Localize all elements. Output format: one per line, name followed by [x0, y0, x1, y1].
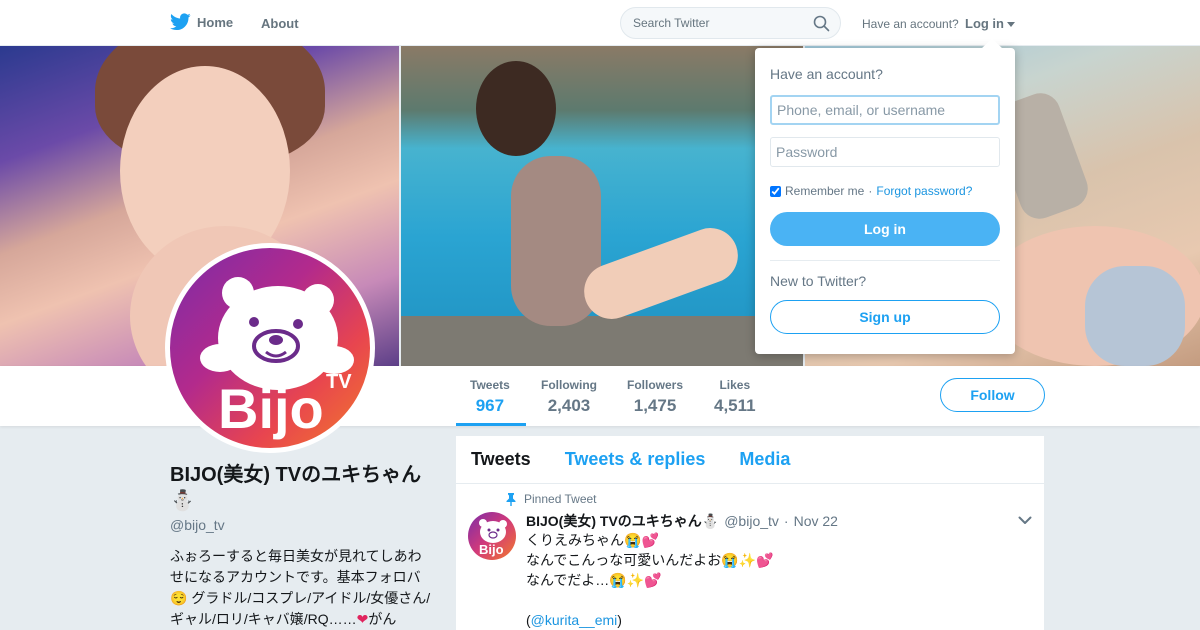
- stat-likes-value: 4,511: [714, 396, 756, 415]
- top-nav: Home About Have an account? Log in: [0, 0, 1200, 46]
- tweet-avatar-text: Bijo: [479, 542, 504, 557]
- search-icon[interactable]: [813, 15, 830, 32]
- two-hearts-icon: 💕: [641, 532, 659, 548]
- password-input[interactable]: [770, 137, 1000, 167]
- sparkles-icon: ✨: [626, 572, 645, 588]
- tweet-line-1: くりえみちゃん😭💕: [526, 530, 1006, 550]
- tweet-date[interactable]: Nov 22: [794, 513, 838, 529]
- loudly-crying-face-icon: 😭: [721, 552, 739, 568]
- stat-following-label: Following: [541, 378, 597, 392]
- stat-tweets[interactable]: Tweets 967: [470, 378, 510, 416]
- tweet-line-3: なんでだよ…😭✨💕: [526, 570, 1006, 590]
- login-dropdown: Have an account? Remember me · Forgot pa…: [755, 38, 1015, 354]
- profile-bio: ふぉろーすると毎日美女が見れてしあわせになるアカウントです。基本フォロバ😌 グラ…: [170, 546, 432, 630]
- stat-tweets-label: Tweets: [470, 378, 510, 392]
- banner-photo-2: [401, 46, 803, 366]
- banner-photo-2-legs: [576, 220, 746, 327]
- tweet-meta-separator: ·: [783, 513, 789, 529]
- dropdown-divider: [770, 260, 1000, 261]
- two-hearts-icon: 💕: [756, 552, 774, 568]
- signup-button[interactable]: Sign up: [770, 300, 1000, 334]
- profile-handle[interactable]: @bijo_tv: [170, 517, 432, 533]
- tweet-avatar-logo: Bijo: [479, 519, 507, 557]
- tweet-author-handle[interactable]: @bijo_tv: [724, 513, 779, 529]
- remember-me-checkbox[interactable]: [770, 185, 781, 197]
- login-dropdown-toggle[interactable]: Log in: [965, 16, 1015, 31]
- loudly-crying-face-icon: 😭: [624, 532, 642, 548]
- forgot-password-link[interactable]: Forgot password?: [876, 184, 972, 198]
- stat-likes-label: Likes: [719, 378, 751, 392]
- remember-me[interactable]: Remember me · Forgot password?: [770, 184, 972, 198]
- profile-name-text: BIJO(美女) TVのユキちゃん: [170, 464, 422, 486]
- relieved-face-icon: 😌: [170, 590, 188, 606]
- tweet-line-3-text: なんでだよ…: [526, 572, 610, 588]
- tweet-line-1-text: くりえみちゃん: [526, 532, 624, 548]
- two-hearts-icon: 💕: [644, 572, 662, 588]
- tweet-author-name-text: BIJO(美女) TVのユキちゃん: [526, 513, 702, 529]
- avatar-tv-text: TV: [326, 371, 352, 393]
- pin-icon: [506, 492, 516, 506]
- banner-photo-2-pool-edge: [401, 316, 803, 366]
- new-to-twitter-text: New to Twitter?: [770, 273, 867, 289]
- tweet-author-name[interactable]: BIJO(美女) TVのユキちゃん⛄: [526, 511, 719, 531]
- tweet-line-2: なんでこんっな可愛いんだよお😭✨💕: [526, 550, 1006, 570]
- banner-photo-2-head: [476, 61, 556, 156]
- search-input[interactable]: [621, 8, 801, 38]
- caret-down-icon: [1007, 22, 1015, 27]
- heart-icon: ❤: [356, 611, 369, 627]
- stat-following[interactable]: Following 2,403: [541, 378, 597, 416]
- loudly-crying-face-icon: 😭: [609, 572, 627, 588]
- stat-following-value: 2,403: [547, 396, 591, 415]
- twitter-bird-icon: [170, 13, 191, 31]
- pinned-tweet[interactable]: Pinned Tweet Bijo BIJO(美女) TVのユキちゃん⛄ @bi…: [456, 436, 1044, 628]
- sparkles-icon: ✨: [738, 552, 757, 568]
- profile-bio-part-3: がん: [368, 611, 397, 627]
- have-account-text: Have an account?: [862, 17, 959, 31]
- stat-likes[interactable]: Likes 4,511: [714, 378, 756, 416]
- banner-photo-3-swimsuit: [1085, 266, 1185, 366]
- username-input[interactable]: [770, 95, 1000, 125]
- stat-followers-value: 1,475: [633, 396, 677, 415]
- profile-card: BIJO(美女) TVのユキちゃん ⛄ @bijo_tv ふぉろーすると毎日美女が…: [170, 462, 432, 630]
- snowman-icon: ⛄: [170, 490, 195, 512]
- tweet-avatar[interactable]: Bijo: [468, 512, 516, 560]
- nav-about-link[interactable]: About: [261, 16, 299, 31]
- pinned-label: Pinned Tweet: [506, 492, 597, 506]
- nav-home-link[interactable]: Home: [170, 13, 233, 31]
- active-tab-underline: [456, 423, 526, 426]
- tweet-header: BIJO(美女) TVのユキちゃん⛄ @bijo_tv · Nov 22: [526, 511, 838, 531]
- tweet-text: くりえみちゃん😭💕 なんでこんっな可愛いんだよお😭✨💕 なんでだよ…😭✨💕 (@…: [526, 530, 1006, 630]
- remember-separator: ·: [868, 184, 873, 198]
- follow-button[interactable]: Follow: [940, 378, 1045, 412]
- login-button[interactable]: Log in: [770, 212, 1000, 246]
- pinned-label-text: Pinned Tweet: [524, 492, 597, 506]
- chevron-down-icon[interactable]: [1018, 516, 1032, 525]
- tweet-line-4: (@kurita__emi): [526, 610, 1006, 630]
- stat-followers-label: Followers: [627, 378, 684, 392]
- avatar-bijo-text: Bijo: [218, 377, 324, 440]
- profile-avatar[interactable]: Bijo TV: [165, 243, 375, 453]
- profile-name[interactable]: BIJO(美女) TVのユキちゃん ⛄: [170, 462, 432, 514]
- profile-bio-part-1: ふぉろーすると毎日美女が見れてしあわせになるアカウントです。基本フォロバ: [170, 548, 422, 585]
- mention-close-paren: ): [617, 612, 622, 628]
- mention-link[interactable]: @kurita__emi: [531, 612, 618, 628]
- snowman-icon: ⛄: [701, 513, 720, 529]
- search-box: [620, 7, 841, 39]
- login-toggle-label: Log in: [965, 16, 1004, 31]
- remember-me-label: Remember me: [785, 184, 865, 198]
- login-heading: Have an account?: [770, 66, 883, 82]
- nav-home-label: Home: [197, 14, 234, 30]
- tweet-line-2-text: なんでこんっな可愛いんだよお: [526, 552, 722, 568]
- stat-tweets-value: 967: [475, 396, 505, 415]
- stat-followers[interactable]: Followers 1,475: [627, 378, 683, 416]
- bijo-bear-logo: Bijo TV: [200, 277, 354, 440]
